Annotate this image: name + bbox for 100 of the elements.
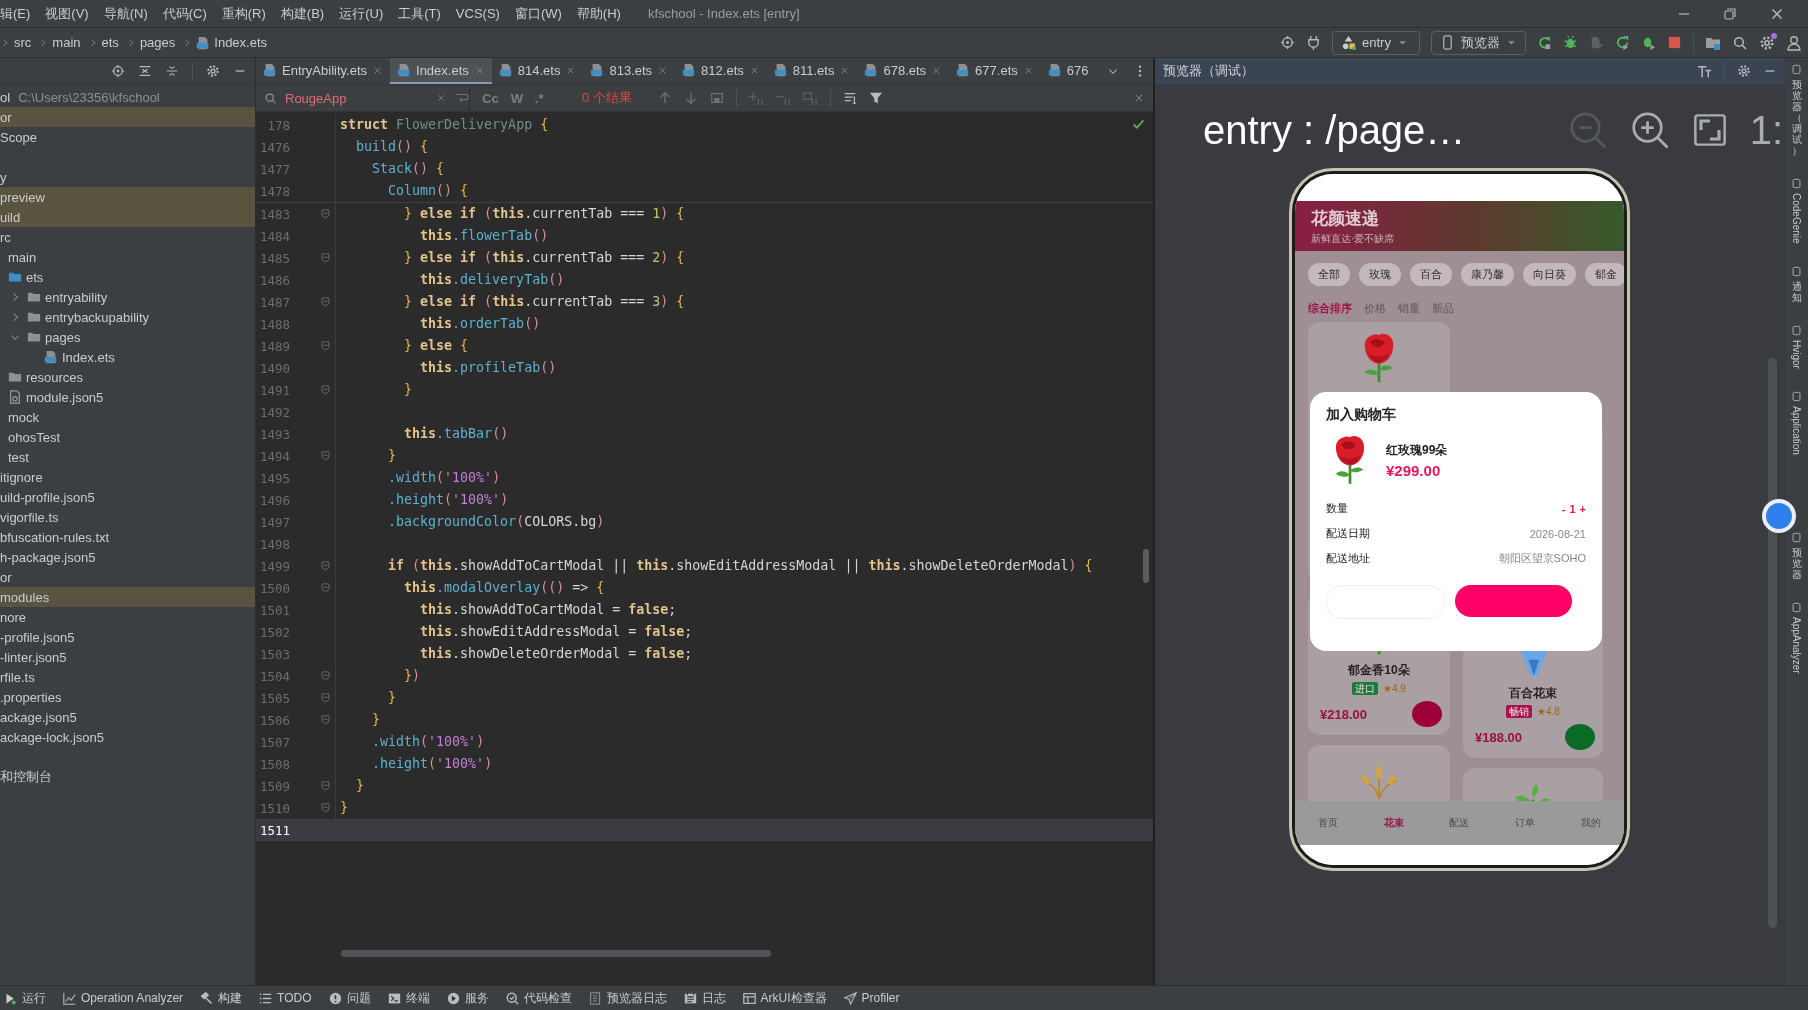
tool-window-icon[interactable] — [1791, 178, 1802, 189]
tree-item[interactable]: modules — [0, 587, 255, 607]
tool-window-button[interactable]: 服务 — [446, 989, 489, 1007]
add-button[interactable] — [1412, 701, 1442, 727]
menu-item[interactable]: 代码(C) — [154, 4, 214, 23]
tool-window-button[interactable]: CodeGenie — [1791, 193, 1802, 244]
tool-window-button[interactable]: AppAnalyzer — [1791, 617, 1802, 675]
tree-item[interactable]: ets — [0, 267, 255, 287]
tree-item[interactable]: -profile.json5 — [0, 627, 255, 647]
tree-item[interactable]: rfile.ts — [0, 667, 255, 687]
scale-text[interactable]: 1: — [1749, 107, 1783, 153]
scrollbar[interactable] — [1768, 358, 1777, 928]
search-icon[interactable] — [1732, 34, 1748, 51]
breadcrumb-item[interactable]: Index.ets — [214, 35, 268, 50]
tool-window-icon[interactable] — [1791, 532, 1802, 544]
font-size-icon[interactable] — [1697, 63, 1712, 79]
tree-item[interactable]: y — [0, 167, 255, 187]
tool-window-icon[interactable] — [1791, 64, 1802, 75]
tree-item[interactable]: test — [0, 447, 255, 467]
category-chip[interactable]: 玫瑰 — [1359, 263, 1401, 286]
tool-window-button[interactable]: 预览器日志 — [588, 989, 667, 1007]
tree-item[interactable]: Scope — [0, 127, 255, 147]
filter-icon[interactable] — [868, 91, 883, 105]
tree-item[interactable]: bfuscation-rules.txt — [0, 527, 255, 547]
editor-tab[interactable]: 814.ets — [491, 58, 584, 84]
tree-item[interactable]: vigorfile.ts — [0, 507, 255, 527]
category-chip[interactable]: 百合 — [1410, 263, 1452, 286]
tool-window-button[interactable]: 日志 — [683, 989, 726, 1007]
restore-icon[interactable] — [1722, 5, 1738, 22]
settings-icon[interactable] — [1737, 64, 1751, 78]
clear-icon[interactable] — [435, 92, 447, 104]
tool-window-button[interactable]: Operation Analyzer — [63, 991, 184, 1005]
breadcrumb-item[interactable]: main — [52, 35, 81, 50]
fold-marker-icon[interactable] — [320, 692, 331, 704]
rerun-icon[interactable] — [1537, 35, 1552, 50]
editor-tab[interactable]: 678.ets — [857, 58, 950, 84]
tree-item[interactable]: pages — [0, 327, 255, 347]
menu-item[interactable]: 构建(B) — [272, 4, 332, 23]
scrollbar[interactable] — [1143, 549, 1149, 583]
previous-icon[interactable] — [657, 91, 672, 105]
editor-tab[interactable]: 676 — [1040, 58, 1096, 84]
run-config-dropdown[interactable]: entry — [1332, 30, 1420, 55]
fold-marker-icon[interactable] — [320, 252, 331, 264]
select-all-icon[interactable] — [709, 91, 724, 105]
category-chip[interactable]: 向日葵 — [1523, 263, 1576, 286]
tree-item[interactable]: ackage.json5 — [0, 707, 255, 727]
attach-icon[interactable] — [1589, 35, 1604, 50]
fit-screen-icon[interactable] — [1691, 112, 1728, 148]
settings-icon[interactable] — [1759, 34, 1775, 51]
tree-item[interactable]: Index.ets — [0, 347, 255, 367]
tree-item[interactable]: itignore — [0, 467, 255, 487]
tool-window-button[interactable]: TODO — [259, 991, 312, 1005]
tool-window-button[interactable]: 问题 — [328, 989, 371, 1007]
tree-item[interactable]: nore — [0, 607, 255, 627]
editor-tab[interactable]: 677.ets — [949, 58, 1041, 84]
tree-item[interactable]: .properties — [0, 687, 255, 707]
tool-window-button[interactable]: 预览器（调试） — [1791, 79, 1802, 156]
zoom-in-icon[interactable] — [1629, 110, 1670, 150]
reload-icon[interactable] — [1615, 35, 1630, 50]
confirm-button[interactable] — [1455, 585, 1572, 617]
menu-item[interactable]: 导航(N) — [95, 4, 155, 23]
minus-button[interactable]: - — [1561, 502, 1566, 515]
tool-window-button[interactable]: 运行 — [4, 989, 46, 1007]
tree-item[interactable]: preview — [0, 187, 255, 207]
editor-tab[interactable]: Index.ets — [390, 58, 492, 84]
tool-window-icon[interactable] — [1791, 602, 1802, 614]
tree-item[interactable]: resources — [0, 367, 255, 387]
tool-window-button[interactable]: ArkUI检查器 — [742, 989, 827, 1007]
tool-window-icon[interactable] — [1791, 324, 1802, 336]
tree-item[interactable]: rc — [0, 227, 255, 247]
menu-item[interactable]: 视图(V) — [37, 4, 96, 23]
breadcrumb-item[interactable]: pages — [139, 35, 176, 50]
newline-icon[interactable] — [455, 91, 469, 105]
fold-marker-icon[interactable] — [320, 670, 331, 682]
category-chip[interactable]: 康乃馨 — [1461, 263, 1514, 286]
add-button[interactable] — [1565, 724, 1595, 750]
tool-window-button[interactable]: 通知 — [1791, 280, 1802, 303]
tool-window-button[interactable]: Hvigor — [1791, 339, 1802, 369]
editor-tab[interactable]: EntryAbility.ets — [256, 58, 390, 84]
menu-item[interactable]: 辑(E) — [0, 4, 38, 23]
device-dropdown[interactable]: 预览器 — [1431, 30, 1526, 55]
category-chip[interactable]: 全部 — [1308, 263, 1350, 286]
fold-marker-icon[interactable] — [320, 340, 331, 352]
lines-icon[interactable] — [842, 91, 857, 105]
editor-tab[interactable]: 813.ets — [583, 58, 676, 84]
stop-icon[interactable] — [1667, 35, 1682, 50]
tree-item[interactable]: h-package.json5 — [0, 547, 255, 567]
tree-item[interactable]: uild — [0, 207, 255, 227]
menu-item[interactable]: 工具(T) — [390, 4, 448, 23]
next-icon[interactable] — [683, 91, 698, 105]
user-icon[interactable] — [1786, 34, 1802, 51]
tool-window-button[interactable]: 构建 — [200, 989, 243, 1007]
tool-window-button[interactable]: 终端 — [387, 989, 430, 1007]
tree-item[interactable]: 和控制台 — [0, 767, 255, 787]
debug-run-icon[interactable] — [1641, 35, 1656, 50]
tree-item[interactable]: entrybackupability — [0, 307, 255, 327]
add-cursor-icon[interactable] — [748, 90, 764, 106]
scrollbar[interactable] — [341, 950, 771, 957]
editor-tab[interactable]: 812.ets — [675, 58, 767, 84]
fold-marker-icon[interactable] — [320, 582, 331, 594]
